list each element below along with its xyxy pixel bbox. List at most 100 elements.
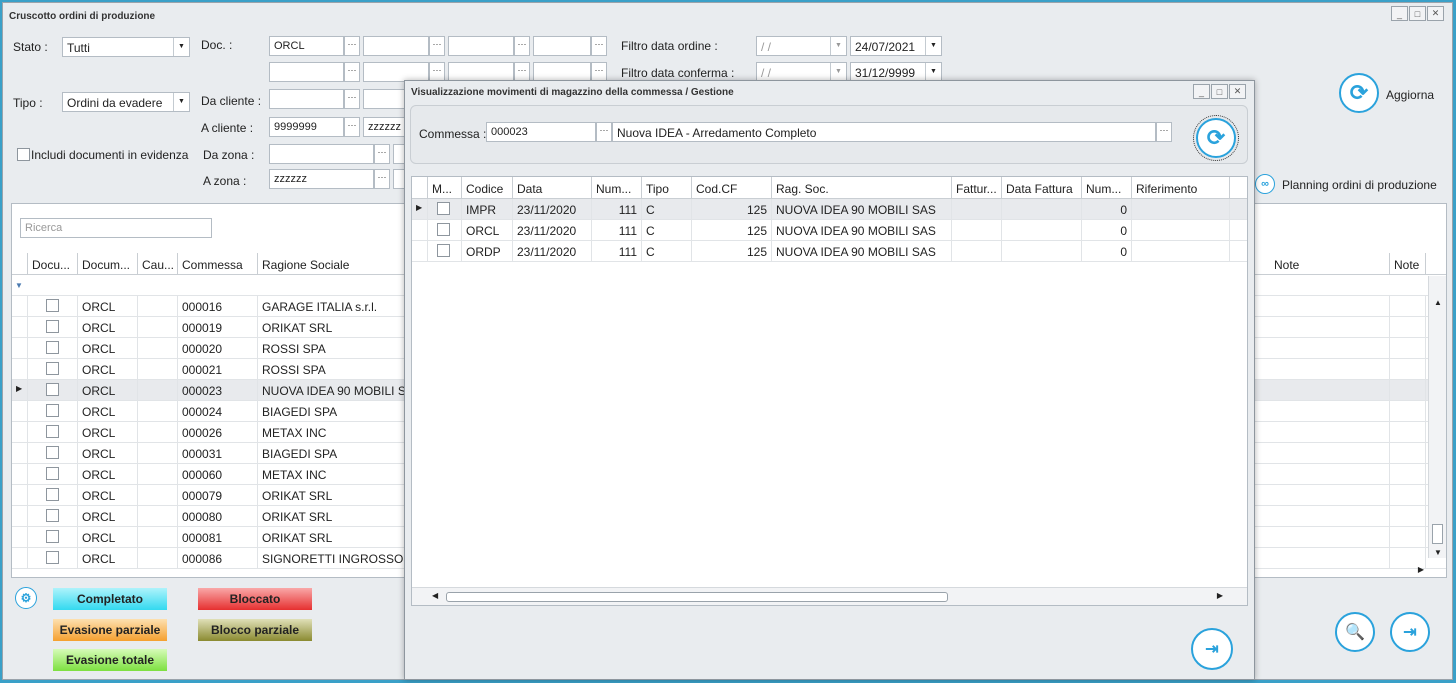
planning-label[interactable]: Planning ordini di produzione (1282, 178, 1437, 192)
row-checkbox[interactable] (46, 320, 59, 333)
row-checkbox[interactable] (46, 446, 59, 459)
row-checkbox[interactable] (46, 299, 59, 312)
doc-browse-1[interactable]: ··· (344, 36, 360, 56)
maximize-icon[interactable]: □ (1409, 6, 1426, 21)
refresh-icon[interactable]: ⟳ (1339, 73, 1379, 113)
doc-field-4[interactable] (533, 36, 591, 56)
dialog-refresh-icon[interactable]: ⟳ (1193, 115, 1239, 161)
minimize-icon[interactable]: _ (1193, 84, 1210, 99)
doc-browse-6[interactable]: ··· (429, 62, 445, 82)
col-header[interactable]: Ragione Sociale (258, 253, 408, 275)
includi-checkbox[interactable] (17, 148, 30, 161)
doc-browse-5[interactable]: ··· (344, 62, 360, 82)
commessa-field[interactable]: 000023 (486, 122, 596, 142)
minimize-icon[interactable]: _ (1391, 6, 1408, 21)
row-checkbox[interactable] (437, 202, 450, 215)
aggiorna-label[interactable]: Aggiorna (1386, 88, 1434, 102)
row-checkbox[interactable] (46, 383, 59, 396)
commessa-desc-browse[interactable]: ··· (1156, 122, 1172, 142)
doc-browse-2[interactable]: ··· (429, 36, 445, 56)
row-checkbox[interactable] (46, 488, 59, 501)
tipo-select[interactable]: Ordini da evadere ▼ (62, 92, 190, 112)
doc-browse-8[interactable]: ··· (591, 62, 607, 82)
row-checkbox[interactable] (46, 551, 59, 564)
col-header[interactable]: Data Fattura (1002, 177, 1082, 199)
h-scroll-thumb[interactable] (446, 592, 948, 602)
da-cliente-browse[interactable]: ··· (344, 89, 360, 109)
horizontal-scrollbar[interactable]: ◀ ▶ (412, 587, 1247, 605)
doc-field-6[interactable] (363, 62, 429, 82)
doc-browse-4[interactable]: ··· (591, 36, 607, 56)
preview-icon[interactable]: 🔍 (1335, 612, 1375, 652)
col-header[interactable]: Docu... (28, 253, 78, 275)
col-header[interactable]: Data (513, 177, 592, 199)
doc-field-5[interactable] (269, 62, 344, 82)
col-header[interactable]: Tipo (642, 177, 692, 199)
a-cliente-field[interactable]: 9999999 (269, 117, 344, 137)
row-checkbox[interactable] (437, 223, 450, 236)
row-checkbox[interactable] (46, 341, 59, 354)
scroll-thumb[interactable] (1432, 524, 1443, 544)
commessa-browse[interactable]: ··· (596, 122, 612, 142)
dialog-exit-icon[interactable]: ⇥ (1191, 628, 1233, 670)
a-zona-label: A zona : (203, 174, 247, 188)
commessa-desc-field[interactable]: Nuova IDEA - Arredamento Completo (612, 122, 1156, 142)
doc-field-2[interactable] (363, 36, 429, 56)
filtro-ordine-from[interactable]: / / ▼ (756, 36, 847, 56)
col-header[interactable]: Docum... (78, 253, 138, 275)
col-header[interactable]: Riferimento (1132, 177, 1230, 199)
stato-select[interactable]: Tutti ▼ (62, 37, 190, 57)
row-checkbox[interactable] (46, 362, 59, 375)
scroll-down-icon[interactable]: ▼ (1434, 548, 1442, 557)
doc-field-1[interactable]: ORCL (269, 36, 344, 56)
close-icon[interactable]: ✕ (1427, 6, 1444, 21)
filtro-conferma-to[interactable]: 31/12/9999 ▼ (850, 62, 942, 82)
col-header[interactable]: Rag. Soc. (772, 177, 952, 199)
maximize-icon[interactable]: □ (1211, 84, 1228, 99)
close-icon[interactable]: ✕ (1229, 84, 1246, 99)
col-header[interactable]: Fattur... (952, 177, 1002, 199)
col-header[interactable]: M... (428, 177, 462, 199)
filtro-conferma-from[interactable]: / / ▼ (756, 62, 847, 82)
row-checkbox[interactable] (46, 530, 59, 543)
row-checkbox[interactable] (46, 509, 59, 522)
col-header[interactable]: Note (1390, 253, 1426, 275)
row-checkbox[interactable] (46, 425, 59, 438)
doc-browse-3[interactable]: ··· (514, 36, 530, 56)
vertical-scrollbar[interactable]: ▲ ▼ (1428, 276, 1446, 558)
da-zona-browse[interactable]: ··· (374, 144, 390, 164)
filtro-ordine-to[interactable]: 24/07/2021 ▼ (850, 36, 942, 56)
a-cliente-browse[interactable]: ··· (344, 117, 360, 137)
table-row[interactable]: ORCL 23/11/2020 111 C 125 NUOVA IDEA 90 … (412, 220, 1247, 241)
doc-field-3[interactable] (448, 36, 514, 56)
col-header[interactable]: Note (1270, 253, 1390, 275)
table-row[interactable]: ▶ IMPR 23/11/2020 111 C 125 NUOVA IDEA 9… (412, 199, 1247, 220)
scroll-left-icon[interactable]: ◀ (432, 591, 438, 600)
link-icon[interactable]: ∞ (1255, 174, 1275, 194)
row-checkbox[interactable] (437, 244, 450, 257)
col-header[interactable]: Codice (462, 177, 513, 199)
scroll-right-icon[interactable]: ▶ (1418, 565, 1424, 574)
da-cliente-field-2[interactable] (363, 89, 405, 109)
doc-browse-7[interactable]: ··· (514, 62, 530, 82)
a-zona-field[interactable]: zzzzzz (269, 169, 374, 189)
doc-field-7[interactable] (448, 62, 514, 82)
da-cliente-field[interactable] (269, 89, 344, 109)
scroll-up-icon[interactable]: ▲ (1434, 298, 1442, 307)
da-zona-field[interactable] (269, 144, 374, 164)
a-cliente-field-2[interactable]: zzzzzz (363, 117, 405, 137)
scroll-right-icon[interactable]: ▶ (1217, 591, 1223, 600)
a-zona-browse[interactable]: ··· (374, 169, 390, 189)
row-checkbox[interactable] (46, 404, 59, 417)
settings-icon[interactable]: ⚙ (15, 587, 37, 609)
col-header[interactable]: Cod.CF (692, 177, 772, 199)
search-input[interactable]: Ricerca (20, 218, 212, 238)
col-header[interactable]: Commessa (178, 253, 258, 275)
col-header[interactable]: Num... (1082, 177, 1132, 199)
col-header[interactable]: Num... (592, 177, 642, 199)
table-row[interactable]: ORDP 23/11/2020 111 C 125 NUOVA IDEA 90 … (412, 241, 1247, 262)
exit-icon[interactable]: ⇥ (1390, 612, 1430, 652)
doc-field-8[interactable] (533, 62, 591, 82)
row-checkbox[interactable] (46, 467, 59, 480)
col-header[interactable]: Cau... (138, 253, 178, 275)
